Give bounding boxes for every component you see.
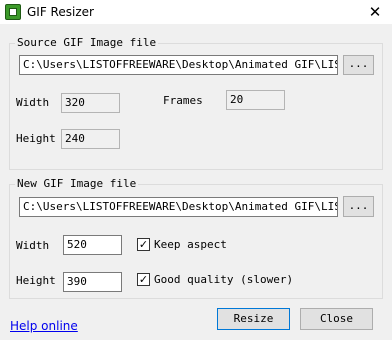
source-frames-label: Frames <box>163 94 203 107</box>
good-quality-checkbox[interactable]: ✓ <box>137 273 150 286</box>
target-browse-button[interactable]: ... <box>343 196 374 217</box>
target-width-label: Width <box>16 239 50 252</box>
close-button[interactable]: Close <box>300 308 373 330</box>
source-height-label: Height <box>16 132 56 145</box>
resize-button[interactable]: Resize <box>217 308 290 330</box>
window-close-button[interactable]: ✕ <box>358 0 392 24</box>
title-bar: GIF Resizer ✕ <box>0 0 392 24</box>
app-icon-frame <box>9 8 17 16</box>
window-title: GIF Resizer <box>27 5 94 19</box>
source-height-value: 240 <box>61 129 120 149</box>
source-browse-button[interactable]: ... <box>343 55 374 75</box>
target-height-label: Height <box>16 274 56 287</box>
keep-aspect-label: Keep aspect <box>154 238 227 251</box>
source-width-label: Width <box>16 96 50 109</box>
source-width-value: 320 <box>61 93 120 113</box>
target-group-title: New GIF Image file <box>15 177 139 191</box>
keep-aspect-checkbox[interactable]: ✓ <box>137 238 150 251</box>
source-group-title: Source GIF Image file <box>15 36 159 50</box>
target-path-field[interactable]: C:\Users\LISTOFFREEWARE\Desktop\Animated… <box>19 197 338 217</box>
source-frames-value: 20 <box>226 90 285 110</box>
good-quality-label: Good quality (slower) <box>154 273 294 286</box>
target-width-input[interactable]: 520 <box>63 235 122 255</box>
help-online-link[interactable]: Help online <box>10 318 78 334</box>
app-icon <box>5 4 21 20</box>
source-path-field[interactable]: C:\Users\LISTOFFREEWARE\Desktop\Animated… <box>19 55 338 75</box>
target-height-input[interactable]: 390 <box>63 272 122 292</box>
